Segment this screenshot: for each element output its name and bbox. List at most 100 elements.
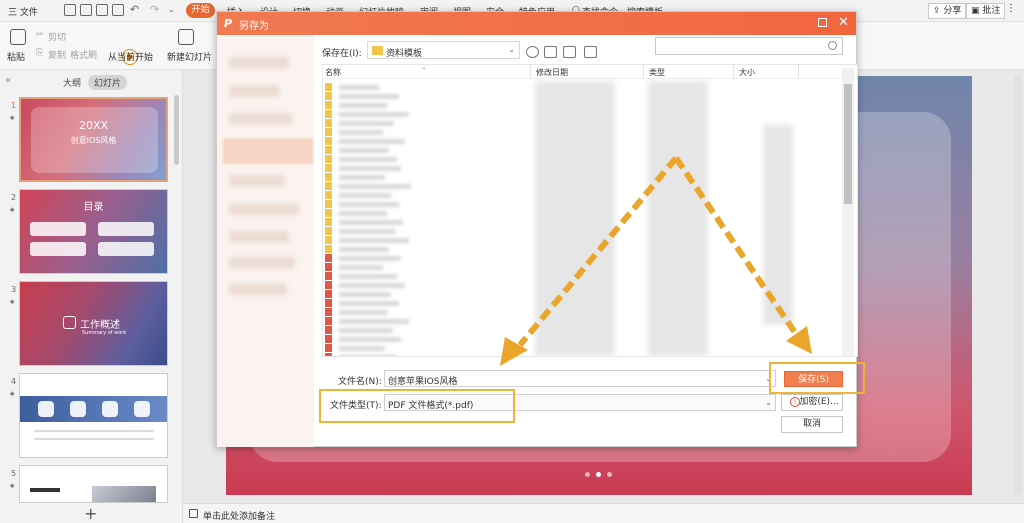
place-item[interactable] xyxy=(229,257,295,269)
undo-icon[interactable]: ↶ xyxy=(130,3,139,16)
column-modified[interactable]: 修改日期 xyxy=(536,67,568,78)
folder-icon xyxy=(325,146,332,154)
more-chevron-icon[interactable]: ⌄ xyxy=(168,5,175,14)
place-item[interactable] xyxy=(229,203,299,215)
preview-icon[interactable] xyxy=(112,4,124,16)
wps-logo-icon: P xyxy=(224,17,233,30)
print-icon[interactable] xyxy=(96,4,108,16)
save-icon[interactable] xyxy=(64,4,76,16)
place-item[interactable] xyxy=(229,113,293,125)
redo-icon[interactable]: ↷ xyxy=(150,3,159,16)
menu-pill xyxy=(98,242,154,256)
slide-subtitle: 创意IOS风格 xyxy=(70,136,117,145)
slide-title: 20XX xyxy=(78,119,109,132)
notes-placeholder: 单击此处添加备注 xyxy=(203,512,276,522)
file-name-blurred xyxy=(339,112,409,117)
from-current-button[interactable]: 从当前开始 xyxy=(108,50,153,63)
pdf-file-icon xyxy=(325,317,332,325)
slide-thumb-1[interactable]: 20XX 创意IOS风格 xyxy=(19,97,168,182)
file-name-blurred xyxy=(339,301,399,306)
page-dot xyxy=(596,472,601,477)
new-slide-button[interactable]: 新建幻灯片 xyxy=(167,50,212,63)
more-icon[interactable]: ⋮ xyxy=(1006,3,1016,14)
format-painter-button[interactable]: 格式刷 xyxy=(70,48,97,61)
place-item[interactable] xyxy=(229,175,285,187)
page-dot xyxy=(585,472,590,477)
maximize-icon[interactable] xyxy=(818,18,827,27)
slide-thumb-3[interactable]: 工作概述 Summary of work xyxy=(19,281,168,366)
icon-tile xyxy=(70,401,86,417)
column-type[interactable]: 类型 xyxy=(649,67,665,78)
places-sidebar xyxy=(217,35,314,447)
folder-icon xyxy=(325,119,332,127)
folder-icon xyxy=(325,155,332,163)
folder-icon xyxy=(325,92,332,100)
slide-thumb-5[interactable] xyxy=(19,465,168,503)
export-icon[interactable] xyxy=(80,4,92,16)
slide-thumb-2[interactable]: 目录 xyxy=(19,189,168,274)
file-name-blurred xyxy=(339,85,379,90)
cancel-button[interactable]: 取消 xyxy=(781,416,843,433)
add-slide-button[interactable]: + xyxy=(84,504,97,523)
folder-icon xyxy=(325,137,332,145)
share-button[interactable]: ⇪ 分享 xyxy=(928,3,967,19)
folder-icon xyxy=(325,164,332,172)
save-in-select[interactable]: 资料模板 ⌄ xyxy=(367,41,520,59)
close-icon[interactable]: ✕ xyxy=(838,15,849,30)
panel-scrollbar[interactable] xyxy=(174,95,179,165)
pdf-file-icon xyxy=(325,353,332,356)
place-item-selected[interactable] xyxy=(223,138,313,164)
tab-slides[interactable]: 幻灯片 xyxy=(88,75,128,90)
pdf-file-icon xyxy=(325,254,332,262)
place-item[interactable] xyxy=(229,283,287,295)
copy-button[interactable]: 复制 xyxy=(48,48,66,61)
file-name-blurred xyxy=(339,310,387,315)
place-item[interactable] xyxy=(229,57,289,69)
file-name-blurred xyxy=(339,157,397,162)
paste-button[interactable]: 粘贴 xyxy=(7,50,25,63)
column-name[interactable]: 名称 xyxy=(325,67,341,78)
place-item[interactable] xyxy=(229,231,289,243)
filename-value: 创意苹果IOS风格 xyxy=(388,377,458,387)
file-name-blurred xyxy=(339,247,389,252)
file-list[interactable]: 名称 ^ 修改日期 类型 大小 xyxy=(322,64,858,357)
file-name-blurred xyxy=(339,166,401,171)
place-item[interactable] xyxy=(229,85,279,97)
back-icon[interactable] xyxy=(526,46,539,58)
file-name-blurred xyxy=(339,292,391,297)
logo-icon xyxy=(63,316,76,329)
file-name-blurred xyxy=(339,202,399,207)
canvas-scrollbar[interactable] xyxy=(1014,76,1022,495)
slide-thumb-4[interactable] xyxy=(19,373,168,458)
file-name-blurred xyxy=(339,229,395,234)
folder-icon xyxy=(325,200,332,208)
slide-title: 工作概述 xyxy=(80,320,120,331)
filename-label: 文件名(N): xyxy=(338,377,382,387)
slide-number: 5 xyxy=(11,469,17,478)
up-folder-icon[interactable] xyxy=(544,46,557,58)
tab-start[interactable]: 开始 xyxy=(186,3,215,18)
file-name-blurred xyxy=(339,139,405,144)
cut-button[interactable]: 剪切 xyxy=(48,30,66,43)
share-label: 分享 xyxy=(943,6,962,16)
photo xyxy=(92,486,156,502)
filename-input[interactable]: 创意苹果IOS风格 ⌄ xyxy=(384,370,776,387)
file-name-blurred xyxy=(339,256,401,261)
file-menu[interactable]: 三 文件 xyxy=(8,5,38,18)
file-name-blurred xyxy=(339,175,385,180)
tab-outline[interactable]: 大纲 xyxy=(63,76,81,89)
folder-icon xyxy=(325,227,332,235)
column-size[interactable]: 大小 xyxy=(739,67,755,78)
comment-button[interactable]: ▣ 批注 xyxy=(966,3,1006,19)
notes-bar[interactable]: 单击此处添加备注 xyxy=(183,503,1024,523)
file-list-scrollbar[interactable] xyxy=(842,68,854,356)
collapse-icon[interactable]: « xyxy=(5,75,11,86)
new-folder-icon[interactable] xyxy=(563,46,576,58)
scroll-thumb[interactable] xyxy=(844,84,852,204)
folder-icon xyxy=(325,245,332,253)
folder-icon xyxy=(325,83,332,91)
view-menu-icon[interactable] xyxy=(584,46,597,58)
folder-icon xyxy=(325,110,332,118)
search-input[interactable] xyxy=(655,37,843,55)
icon-tile xyxy=(102,401,118,417)
